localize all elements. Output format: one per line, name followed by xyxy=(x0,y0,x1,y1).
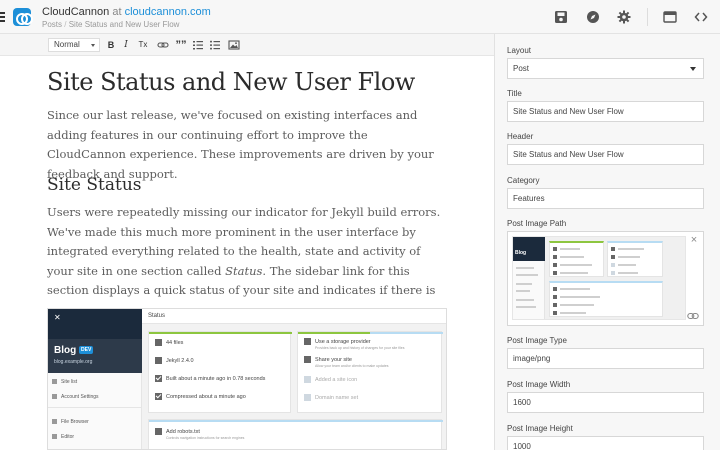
bullet-list-icon[interactable] xyxy=(209,39,221,51)
bold-button[interactable]: B xyxy=(105,39,117,51)
breadcrumb-separator: / xyxy=(64,20,67,29)
layout-label: Layout xyxy=(507,46,532,55)
post-image-path-label: Post Image Path xyxy=(507,219,567,228)
cloudcannon-logo-icon[interactable] xyxy=(13,8,33,26)
screenshot-header: Status xyxy=(142,309,446,324)
screenshot-side-item: Account Settings xyxy=(52,394,99,400)
title-label: Title xyxy=(507,89,522,98)
header-field[interactable]: Site Status and New User Flow xyxy=(507,144,704,165)
paragraph-format-value: Normal xyxy=(54,40,80,49)
screenshot-actions-panel: Use a storage provider Provides back up a… xyxy=(297,331,443,413)
italic-button[interactable]: I xyxy=(120,39,132,51)
screenshot-action-row: Added a site icon xyxy=(304,376,357,383)
site-title[interactable]: CloudCannon at cloudcannon.com xyxy=(42,6,211,18)
editor-content[interactable]: Site Status and New User Flow Since our … xyxy=(0,56,494,450)
post-image-height-field[interactable]: 1000 xyxy=(507,436,704,450)
category-field[interactable]: Features xyxy=(507,188,704,209)
screenshot-status-row: 44 files xyxy=(155,339,183,346)
site-domain: cloudcannon.com xyxy=(124,6,211,18)
gear-icon[interactable] xyxy=(617,10,631,24)
post-image-width-label: Post Image Width xyxy=(507,380,571,389)
blockquote-button[interactable]: ”” xyxy=(175,39,187,51)
site-title-at: at xyxy=(112,6,122,18)
site-name: CloudCannon xyxy=(42,6,110,18)
screenshot-status-panel: 44 files Jekyll 2.4.0 Built about a minu… xyxy=(148,331,292,413)
screenshot-dev-badge: DEV xyxy=(79,346,94,355)
screenshot-status-row: Compressed about a minute ago xyxy=(155,393,246,400)
compass-icon[interactable] xyxy=(586,10,600,24)
paragraph-format-select[interactable]: Normal xyxy=(48,38,100,52)
front-matter-sidebar: Layout Post Title Site Status and New Us… xyxy=(494,34,720,450)
screenshot-status-row: Jekyll 2.4.0 xyxy=(155,357,194,364)
header-label: Header xyxy=(507,132,534,141)
screenshot-blog-title: Blog DEV xyxy=(54,345,94,356)
menu-icon[interactable] xyxy=(0,12,5,22)
clear-format-button[interactable]: Tx xyxy=(137,39,149,51)
screenshot-action-row: Domain name set xyxy=(304,394,358,401)
top-bar: CloudCannon at cloudcannon.com Posts / S… xyxy=(0,0,720,34)
title-field[interactable]: Site Status and New User Flow xyxy=(507,101,704,122)
breadcrumb-current: Site Status and New User Flow xyxy=(68,20,180,29)
section-text-emphasis: Status xyxy=(225,263,263,278)
chevron-down-icon xyxy=(690,67,696,71)
post-image-type-field[interactable]: image/png xyxy=(507,348,704,369)
link-icon[interactable] xyxy=(687,311,699,321)
top-bar-divider xyxy=(647,8,648,26)
screenshot-side-item: Site list xyxy=(52,379,77,385)
post-image-height-label: Post Image Height xyxy=(507,424,573,433)
layout-select-value: Post xyxy=(513,64,530,73)
close-icon: ✕ xyxy=(54,313,61,322)
screenshot-sidebar: ✕ Blog DEV blog.example.org Site list Ac… xyxy=(48,309,142,449)
category-label: Category xyxy=(507,176,540,185)
post-image-thumbnail: Blog xyxy=(512,236,686,320)
screenshot-status-row: Built about a minute ago in 0.78 seconds xyxy=(155,375,265,382)
screenshot-blog-url: blog.example.org xyxy=(54,359,93,365)
breadcrumb: Posts / Site Status and New User Flow xyxy=(42,20,179,29)
screenshot-hero: ✕ Blog DEV blog.example.org xyxy=(48,309,142,373)
breadcrumb-posts-link[interactable]: Posts xyxy=(42,20,62,29)
article-title[interactable]: Site Status and New User Flow xyxy=(47,68,415,96)
thumbnail-blog-title: Blog xyxy=(515,250,527,256)
chevron-down-icon xyxy=(91,44,95,47)
screenshot-bottom-panel: Add robots.txt Controls navigation instru… xyxy=(148,419,443,449)
article-intro-paragraph[interactable]: Since our last release, we've focused on… xyxy=(47,106,442,184)
screenshot-side-item: Editor xyxy=(52,434,74,440)
ordered-list-icon[interactable] xyxy=(192,39,204,51)
section-heading[interactable]: Site Status xyxy=(47,175,142,195)
screenshot-side-item: File Browser xyxy=(52,419,89,425)
save-icon[interactable] xyxy=(554,10,568,24)
screenshot-main: Status 44 files Jekyll 2.4.0 Built about… xyxy=(142,309,446,449)
layout-select[interactable]: Post xyxy=(507,58,704,79)
post-image-path-field[interactable]: Blog × xyxy=(507,231,704,326)
code-icon[interactable] xyxy=(694,10,708,24)
browser-icon[interactable] xyxy=(663,10,677,24)
post-image-type-label: Post Image Type xyxy=(507,336,567,345)
status-screenshot-image[interactable]: ✕ Blog DEV blog.example.org Site list Ac… xyxy=(47,308,447,450)
editor-toolbar: Normal B I Tx ”” xyxy=(0,34,494,56)
remove-image-close-icon[interactable]: × xyxy=(689,235,699,246)
screenshot-action-row: Add robots.txt Controls navigation instru… xyxy=(155,428,244,440)
screenshot-action-row: Use a storage provider Provides back up a… xyxy=(304,338,405,350)
link-icon[interactable] xyxy=(157,39,169,51)
post-image-width-field[interactable]: 1600 xyxy=(507,392,704,413)
screenshot-action-row: Share your site Allow your team and/or cl… xyxy=(304,356,389,368)
image-icon[interactable] xyxy=(228,39,240,51)
section-paragraph[interactable]: Users were repeatedly missing our indica… xyxy=(47,203,447,320)
